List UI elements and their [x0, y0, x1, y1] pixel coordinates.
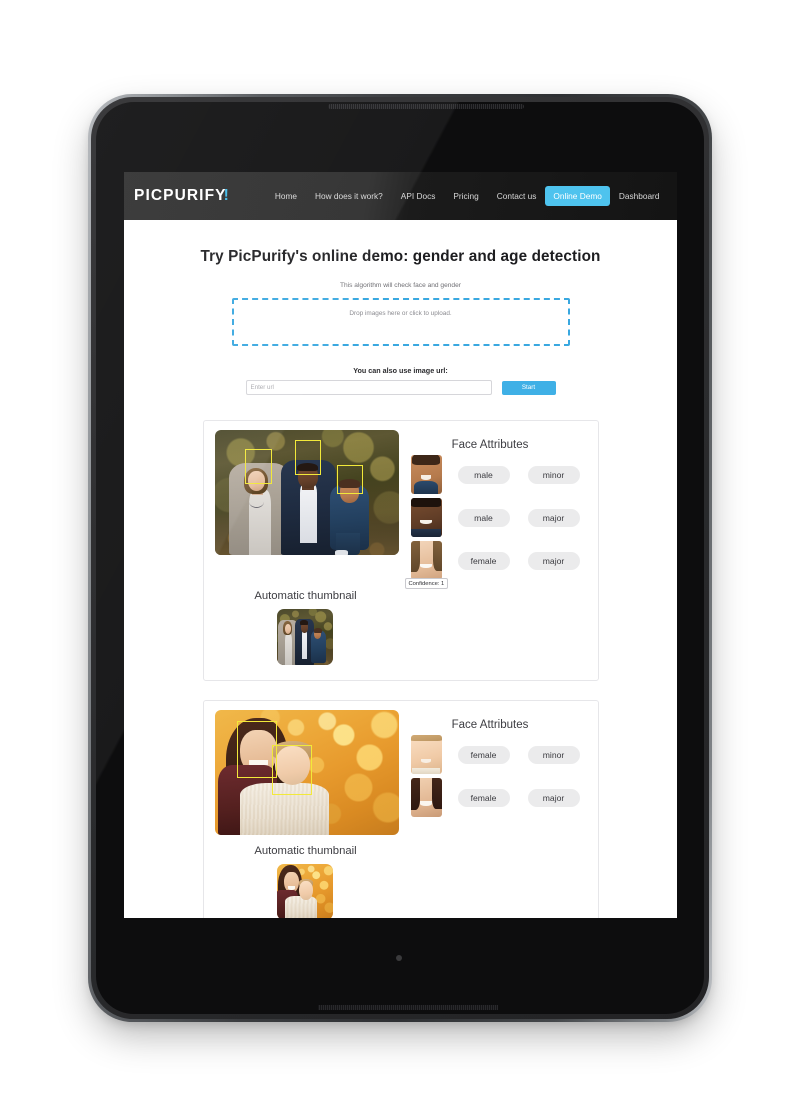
result-card: Face Attributes male minor male major fe…	[202, 420, 599, 681]
result-card-top: Face Attributes female minor female majo…	[204, 710, 598, 835]
age-pill: major	[527, 508, 580, 527]
automatic-thumbnail-image[interactable]	[276, 609, 333, 665]
brand-accent-icon: !	[223, 187, 230, 204]
url-input-row: Start	[245, 380, 556, 395]
automatic-thumbnail-title: Automatic thumbnail	[254, 845, 357, 857]
image-url-input[interactable]	[245, 380, 492, 395]
nav-item-home[interactable]: Home	[266, 186, 306, 206]
dropzone-label: Drop images here or click to upload.	[349, 310, 452, 317]
nav-item-contact-us[interactable]: Contact us	[488, 186, 546, 206]
home-button-icon[interactable]	[396, 955, 402, 961]
mother-baby-autumn-photo	[214, 710, 399, 835]
family-outdoor-photo	[214, 430, 399, 555]
algorithm-note: This algorithm will check face and gende…	[340, 282, 461, 289]
face-attribute-row: male major	[405, 498, 598, 537]
nav-item-dashboard[interactable]: Dashboard	[610, 186, 669, 206]
gender-pill: female	[457, 745, 510, 764]
result-card-top: Face Attributes male minor male major fe…	[204, 430, 598, 589]
face-thumb-child[interactable]	[410, 455, 442, 494]
face-attribute-row: female major Confidence: 1	[404, 541, 598, 589]
face-thumb-mother[interactable]	[410, 778, 442, 817]
nav-item-pricing[interactable]: Pricing	[444, 186, 487, 206]
face-attribute-row: male minor	[405, 455, 598, 494]
page-content: Try PicPurify's online demo: gender and …	[124, 220, 677, 918]
face-box-man	[295, 440, 322, 475]
face-box-baby	[271, 745, 312, 795]
speaker-grille-icon	[328, 104, 524, 109]
automatic-thumbnail-image[interactable]	[276, 864, 333, 918]
face-thumb-man[interactable]	[410, 498, 442, 537]
age-pill: major	[527, 788, 580, 807]
gender-pill: female	[457, 788, 510, 807]
face-attributes-title: Face Attributes	[451, 719, 529, 731]
automatic-thumbnail-section: Automatic thumbnail	[204, 845, 598, 918]
face-box-child	[336, 465, 363, 494]
start-button[interactable]: Start	[501, 380, 556, 395]
age-pill: minor	[527, 745, 580, 764]
nav-item-online-demo[interactable]: Online Demo	[545, 186, 610, 206]
nav-item-api-docs[interactable]: API Docs	[392, 186, 445, 206]
page-title: Try PicPurify's online demo: gender and …	[200, 248, 601, 265]
face-attributes-column: Face Attributes female minor female majo…	[399, 710, 598, 817]
brand-logo[interactable]: PICPURIFY!	[134, 187, 230, 205]
gender-pill: male	[457, 465, 510, 484]
result-card: Face Attributes female minor female majo…	[202, 700, 599, 918]
age-pill: major	[527, 551, 580, 570]
nav-item-how-does-it-work[interactable]: How does it work?	[306, 186, 392, 206]
url-field-label: You can also use image url:	[353, 366, 448, 375]
navbar-links: Home How does it work? API Docs Pricing …	[266, 186, 669, 206]
browser-viewport: PICPURIFY! Home How does it work? API Do…	[124, 172, 677, 918]
bottom-speaker-grille-icon	[318, 1005, 498, 1010]
tablet-glass-bezel: PICPURIFY! Home How does it work? API Do…	[96, 102, 704, 1014]
confidence-tooltip: Confidence: 1	[404, 578, 449, 589]
gender-pill: male	[457, 508, 510, 527]
face-box-woman	[244, 448, 272, 484]
site-navbar: PICPURIFY! Home How does it work? API Do…	[124, 172, 677, 220]
age-pill: minor	[527, 465, 580, 484]
face-thumb-baby[interactable]	[410, 735, 442, 774]
face-thumb-woman[interactable]	[410, 541, 442, 580]
automatic-thumbnail-title: Automatic thumbnail	[254, 590, 357, 602]
tablet-device: PICPURIFY! Home How does it work? API Do…	[0, 0, 800, 1102]
face-attribute-row: female minor	[405, 735, 598, 774]
gender-pill: female	[457, 551, 510, 570]
automatic-thumbnail-section: Automatic thumbnail	[204, 590, 598, 670]
image-dropzone[interactable]: Drop images here or click to upload.	[231, 298, 570, 346]
face-attributes-title: Face Attributes	[451, 439, 529, 451]
face-attributes-column: Face Attributes male minor male major fe…	[399, 430, 598, 589]
face-attribute-row: female major	[405, 778, 598, 817]
brand-text: PICPURIFY	[134, 187, 227, 204]
